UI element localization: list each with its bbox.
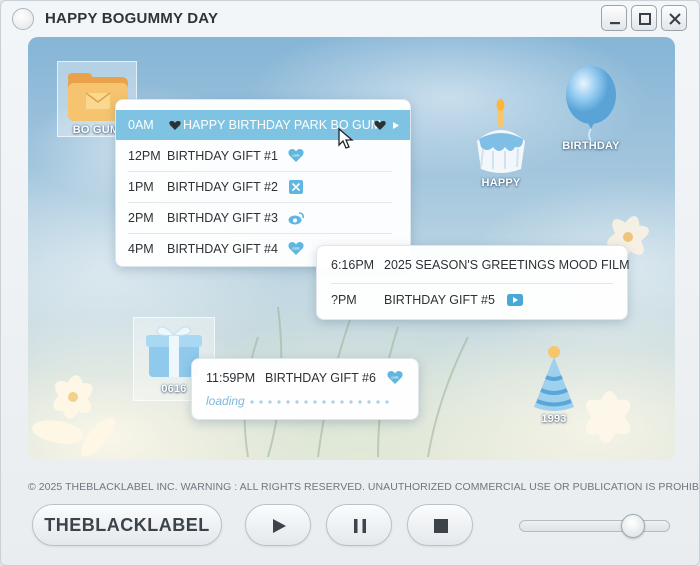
weibo-icon — [288, 212, 304, 225]
brand-button[interactable]: THEBLACKLABEL — [32, 504, 222, 546]
minimize-icon — [610, 22, 620, 25]
stop-icon — [434, 519, 448, 533]
row-divider — [331, 283, 613, 284]
schedule-row[interactable]: 1PM BIRTHDAY GIFT #2 — [116, 172, 410, 202]
row-name: BIRTHDAY GIFT #2 — [167, 180, 278, 194]
title-bar[interactable]: HAPPY BOGUMMY DAY — [1, 1, 699, 37]
party-hat-label: 1993 — [541, 413, 567, 425]
play-arrow-icon — [393, 122, 399, 129]
cafe-icon: cafe — [387, 371, 403, 384]
heart-icon — [169, 121, 181, 130]
app-window: HAPPY BOGUMMY DAY BO GUM HAPPY BIRTHDAY … — [0, 0, 700, 566]
row-name: BIRTHDAY GIFT #3 — [167, 211, 278, 225]
volume-slider-thumb[interactable] — [621, 514, 645, 538]
youtube-icon — [507, 294, 523, 306]
close-icon — [669, 13, 681, 25]
schedule-popup-third: 11:59PM BIRTHDAY GIFT #6 cafe loading — [191, 358, 419, 420]
copyright-notice: © 2025 THEBLACKLABEL INC. WARNING : ALL … — [28, 481, 700, 493]
schedule-row[interactable]: ?PM BIRTHDAY GIFT #5 — [317, 285, 627, 315]
minimize-button[interactable] — [601, 5, 627, 31]
volume-slider-track[interactable] — [519, 520, 670, 532]
flower-decoration — [32, 375, 115, 457]
schedule-row-highlighted[interactable]: 0AM HAPPY BIRTHDAY PARK BO GUM — [116, 110, 410, 140]
heart-icon — [374, 121, 386, 130]
loading-dots-indicator — [250, 400, 389, 404]
schedule-popup-main: 0AM HAPPY BIRTHDAY PARK BO GUM 12PM BIRT… — [115, 99, 411, 267]
svg-text:cafe: cafe — [292, 246, 300, 251]
row-time: 11:59PM — [206, 371, 256, 385]
row-time: 12PM — [128, 149, 161, 163]
pause-button[interactable] — [326, 504, 392, 546]
balloon-label: BIRTHDAY — [562, 140, 620, 152]
row-time: 6:16PM — [331, 258, 375, 272]
desktop-area: BO GUM HAPPY BIRTHDAY 0616 1993 0AM HAPP… — [28, 37, 675, 460]
svg-text:cafe: cafe — [391, 375, 399, 380]
stop-button[interactable] — [407, 504, 473, 546]
row-name: BIRTHDAY GIFT #1 — [167, 149, 278, 163]
row-name: BIRTHDAY GIFT #6 — [265, 371, 376, 385]
maximize-button[interactable] — [631, 5, 657, 31]
row-name: 2025 SEASON'S GREETINGS MOOD FILM — [384, 258, 630, 272]
window-menu-icon[interactable] — [12, 8, 34, 30]
schedule-row[interactable]: 12PM BIRTHDAY GIFT #1 cafe — [116, 141, 410, 171]
row-time: ?PM — [331, 293, 357, 307]
balloon-icon[interactable] — [561, 63, 621, 143]
x-icon — [289, 180, 303, 194]
row-name: BIRTHDAY GIFT #4 — [167, 242, 278, 256]
row-name: BIRTHDAY GIFT #5 — [384, 293, 495, 307]
svg-text:cafe: cafe — [292, 153, 300, 158]
maximize-icon — [639, 13, 651, 25]
cafe-icon: cafe — [288, 242, 304, 255]
loading-text: loading — [206, 394, 245, 408]
play-icon — [273, 519, 286, 533]
cafe-icon: cafe — [288, 149, 304, 162]
play-button[interactable] — [245, 504, 311, 546]
window-title: HAPPY BOGUMMY DAY — [45, 10, 219, 27]
cake-label: HAPPY — [481, 177, 521, 189]
row-time: 2PM — [128, 211, 154, 225]
row-time: 4PM — [128, 242, 154, 256]
row-time: 0AM — [128, 118, 154, 132]
schedule-row[interactable]: 2PM BIRTHDAY GIFT #3 — [116, 203, 410, 233]
birthday-cake-icon[interactable] — [471, 97, 531, 177]
party-hat-icon[interactable] — [528, 343, 580, 415]
schedule-row[interactable]: 6:16PM 2025 SEASON'S GREETINGS MOOD FILM — [317, 250, 630, 280]
row-time: 1PM — [128, 180, 154, 194]
close-button[interactable] — [661, 5, 687, 31]
pause-icon — [354, 519, 366, 533]
schedule-popup-second: 6:16PM 2025 SEASON'S GREETINGS MOOD FILM… — [316, 245, 630, 320]
schedule-row[interactable]: 11:59PM BIRTHDAY GIFT #6 cafe — [192, 363, 418, 393]
